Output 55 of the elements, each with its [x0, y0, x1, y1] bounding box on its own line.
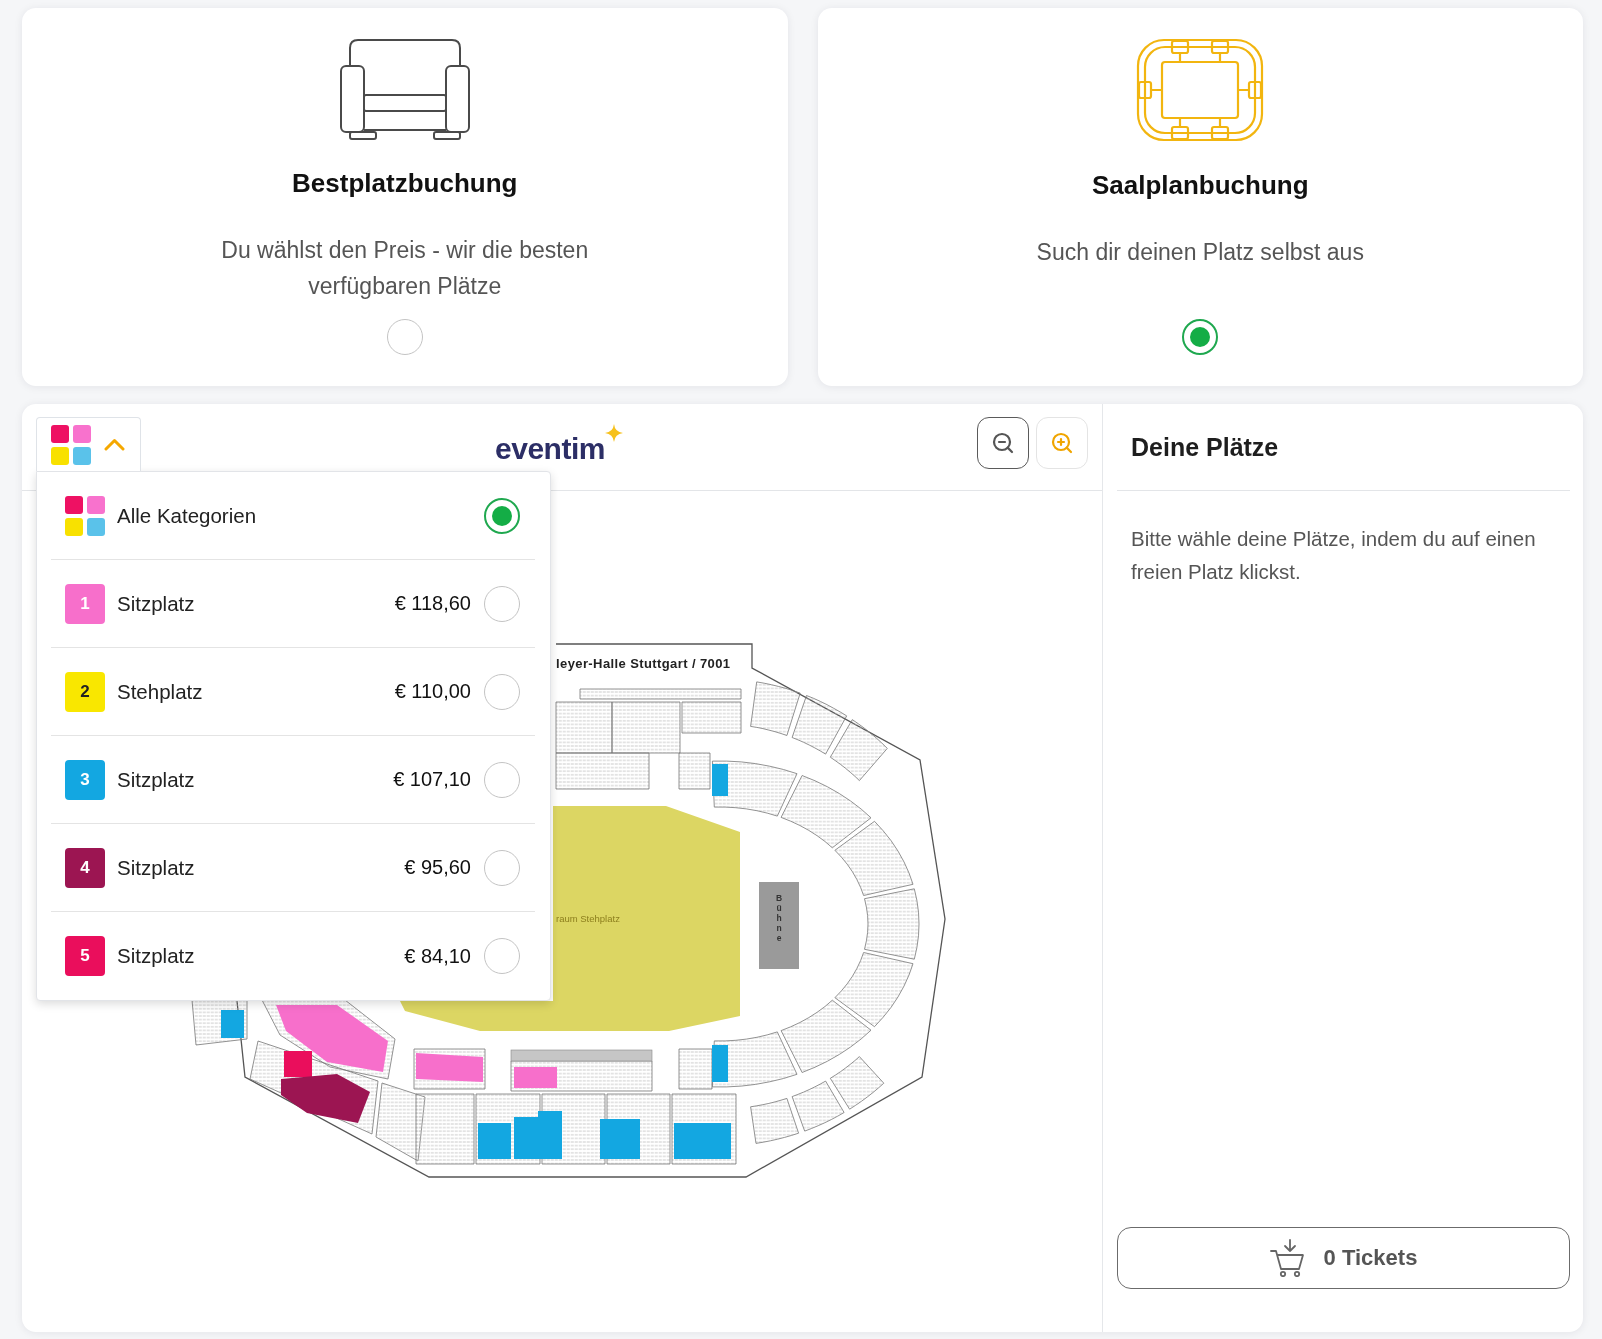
category-label: Sitzplatz	[117, 767, 196, 792]
booking-option-description: Du wählst den Preis - wir die besten verfügbaren Plätze	[220, 236, 590, 301]
seat-block	[864, 888, 920, 960]
booking-option-card[interactable]: Bestplatzbuchung Du wählst den Preis - wir die besten verfügbaren Plätze	[22, 8, 788, 386]
seat-block	[415, 1093, 475, 1165]
seat-group[interactable]	[276, 1005, 388, 1072]
zoom-out-icon	[991, 431, 1015, 455]
booking-option-title: Saalplanbuchung	[1091, 169, 1309, 202]
radio-button[interactable]	[484, 761, 520, 798]
category-price: € 118,60	[394, 592, 471, 615]
booking-option-card[interactable]: Saalplanbuchung Such dir deinen Platz selbst aus	[817, 8, 1583, 386]
category-price: € 95,60	[404, 856, 471, 879]
radio-button[interactable]	[1182, 319, 1219, 355]
logo-wordmark: eventim	[495, 434, 605, 464]
category-filter-button[interactable]	[36, 417, 141, 471]
category-label: Sitzplatz	[117, 591, 196, 616]
zoom-out-button[interactable]	[977, 417, 1029, 469]
zoom-in-icon	[1050, 431, 1074, 455]
category-label: Stehplatz	[117, 679, 204, 704]
category-label: Alle Kategorien	[117, 503, 258, 528]
seat-block	[791, 695, 848, 755]
standing-area-label: raum Stehplatz	[556, 913, 620, 924]
radio-button[interactable]	[386, 319, 423, 355]
category-number: 4	[65, 847, 105, 888]
category-price: € 84,10	[404, 944, 471, 968]
category-number: 2	[65, 671, 105, 712]
radio-button[interactable]	[484, 938, 520, 974]
stage-label: Bühne	[775, 893, 783, 943]
category-grid-icon	[65, 495, 105, 536]
panel-title: Deine Plätze	[1131, 432, 1279, 462]
radio-button[interactable]	[484, 585, 520, 622]
category-number: 5	[65, 936, 105, 976]
armchair-icon	[339, 38, 470, 140]
category-label: Sitzplatz	[117, 944, 196, 968]
arena-icon	[1136, 38, 1265, 142]
category-number: 3	[65, 759, 105, 800]
radio-button[interactable]	[484, 849, 520, 886]
booking-option-description: Such dir deinen Platz selbst aus	[1036, 238, 1364, 267]
category-price: € 110,00	[394, 680, 471, 703]
hall-title: leyer-Halle Stuttgart / 7001	[556, 656, 731, 671]
cart-icon	[1269, 1239, 1306, 1277]
category-label: Sitzplatz	[117, 855, 196, 880]
category-number: 1	[65, 583, 105, 624]
seat-block	[750, 1098, 799, 1144]
sparkle-icon	[604, 424, 623, 442]
seat-group[interactable]	[281, 1074, 370, 1123]
radio-button[interactable]	[484, 673, 520, 710]
radio-button[interactable]	[484, 497, 520, 534]
instruction-text: Bitte wähle deine Plätze, indem du auf einen freien Platz klickst.	[1131, 526, 1537, 585]
seat-block	[750, 681, 801, 736]
zoom-in-button[interactable]	[1036, 417, 1088, 469]
category-grid-icon	[51, 424, 91, 465]
category-price: € 107,10	[393, 768, 471, 791]
booking-option-title: Bestplatzbuchung	[292, 167, 518, 200]
cart-button[interactable]: 0 Tickets	[1117, 1227, 1570, 1289]
